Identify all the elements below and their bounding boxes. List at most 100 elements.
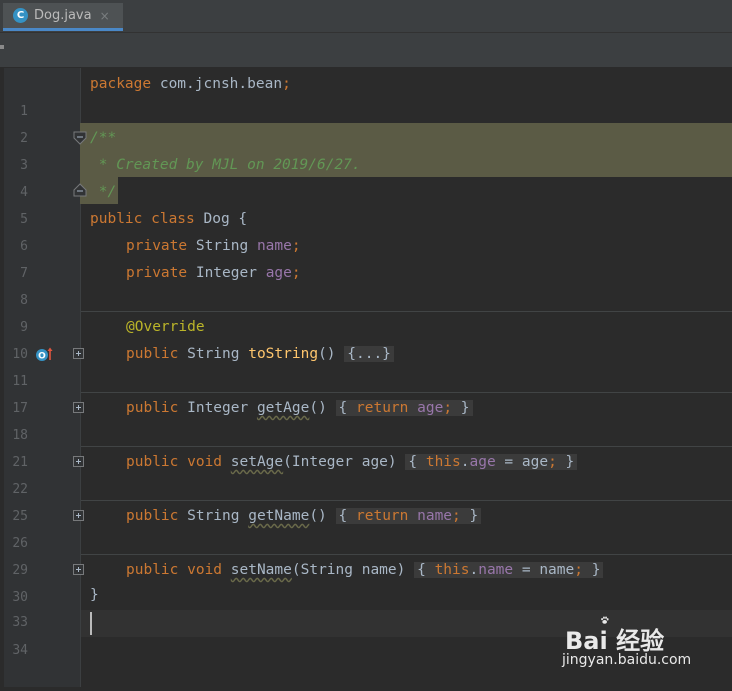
tab-filename: Dog.java — [34, 8, 92, 23]
code-line: 7 private String name; — [0, 233, 732, 281]
doc-comment: * Created by MJL on 2019/6/27. — [90, 157, 361, 173]
code-line: 17 — [0, 368, 732, 416]
semicolon: ; — [452, 508, 461, 524]
method-name: setName — [230, 562, 292, 578]
keyword: this — [425, 454, 461, 470]
parens: () — [309, 508, 336, 524]
watermark-url: jingyan.baidu.com — [562, 652, 692, 668]
brace: } — [452, 400, 470, 416]
semicolon: ; — [443, 400, 453, 416]
code-line: 9 — [0, 287, 732, 335]
code-line: 11 public String toString() {...} — [0, 341, 732, 389]
field-name: name — [478, 562, 514, 578]
field-name: name — [417, 508, 453, 524]
code-line: 2 — [0, 98, 732, 146]
parameters: (String name) — [291, 562, 415, 578]
keyword: public — [126, 400, 188, 416]
brace: { — [408, 454, 426, 470]
field-name: age — [469, 454, 496, 470]
editor-tab-bar: C Dog.java × — [0, 0, 732, 33]
semicolon: ; — [291, 265, 301, 281]
code-line: 1 package com.jcnsh.bean; — [0, 71, 732, 119]
doc-comment: /** — [90, 130, 117, 146]
watermark-brand: Bai 经验 — [565, 627, 665, 655]
brace: { — [338, 400, 357, 416]
keyword: public class — [90, 211, 204, 227]
brace: { — [229, 211, 248, 227]
code-editor[interactable]: 1 package com.jcnsh.bean; 2 3 /** 4 * Cr… — [0, 68, 732, 687]
type-name: String — [195, 238, 257, 254]
code-line: 30 public void setName(String name) { th… — [0, 557, 732, 605]
tab-dog-java[interactable]: C Dog.java × — [3, 3, 123, 31]
code-line: 6 public class Dog { — [0, 206, 732, 254]
type-name: Integer — [195, 265, 266, 281]
field-name: age — [265, 265, 292, 281]
brace: } — [460, 508, 479, 524]
type-name: String — [187, 508, 249, 524]
assignment: = name — [513, 562, 575, 578]
keyword: public void — [126, 454, 231, 470]
keyword: public — [126, 346, 188, 362]
expand-icon[interactable] — [73, 348, 84, 359]
code-line: 29 — [0, 530, 732, 578]
assignment: = age — [495, 454, 549, 470]
field-name: name — [256, 238, 292, 254]
expand-icon[interactable] — [73, 564, 84, 575]
type-name: Integer — [187, 400, 257, 416]
svg-text:O: O — [38, 352, 46, 362]
parens: () — [309, 400, 336, 416]
code-line: 26 public String getName() { return name… — [0, 503, 732, 551]
keyword: public — [126, 508, 188, 524]
semicolon: ; — [574, 562, 583, 578]
closing-brace: } — [90, 587, 99, 603]
code-line: 4 * Created by MJL on 2019/6/27. — [0, 152, 732, 200]
override-icon[interactable]: O — [35, 346, 53, 362]
expand-icon[interactable] — [73, 402, 84, 413]
semicolon: ; — [282, 76, 291, 92]
annotation: @Override — [126, 319, 205, 335]
dot: . — [469, 562, 479, 578]
code-line: 21 — [0, 422, 732, 470]
type-name: String — [187, 346, 249, 362]
parens: () — [318, 346, 345, 362]
expand-icon[interactable] — [73, 510, 84, 521]
field-name: age — [417, 400, 444, 416]
method-name: getAge — [256, 400, 310, 416]
keyword: this — [434, 562, 470, 578]
method-name: setAge — [230, 454, 284, 470]
line-number: 34 — [12, 643, 28, 658]
bar-marker — [0, 45, 4, 49]
fold-start-icon[interactable] — [73, 131, 87, 145]
brace: } — [582, 562, 601, 578]
code-line: 18 public Integer getAge() { return age;… — [0, 395, 732, 443]
parameters: (Integer age) — [283, 454, 406, 470]
keyword: private — [126, 238, 196, 254]
fold-end-icon[interactable] — [73, 183, 87, 197]
code-line: 22 public void setAge(Integer age) { thi… — [0, 449, 732, 497]
keyword: return — [356, 508, 418, 524]
doc-comment: */ — [90, 184, 117, 200]
code-line: 3 /** — [0, 125, 732, 173]
package-name: com.jcnsh.bean — [151, 76, 283, 92]
breadcrumb-bar — [0, 33, 732, 68]
brace: } — [556, 454, 575, 470]
close-icon[interactable]: × — [100, 9, 110, 23]
keyword: package — [90, 76, 152, 92]
brace: { — [417, 562, 435, 578]
java-class-icon: C — [13, 8, 28, 23]
code-line: 5 */ — [0, 179, 732, 227]
semicolon: ; — [291, 238, 301, 254]
expand-icon[interactable] — [73, 456, 84, 467]
brace: { — [338, 508, 356, 524]
method-name: toString — [248, 346, 319, 362]
class-name: Dog — [203, 211, 230, 227]
keyword: public void — [126, 562, 231, 578]
code-line: 25 — [0, 476, 732, 524]
code-line: 10 @Override — [0, 314, 732, 362]
keyword: return — [356, 400, 418, 416]
keyword: private — [126, 265, 196, 281]
code-line: 8 private Integer age; — [0, 260, 732, 308]
dot: . — [460, 454, 470, 470]
method-name: getName — [248, 508, 310, 524]
folded-code[interactable]: {...} — [344, 346, 394, 362]
